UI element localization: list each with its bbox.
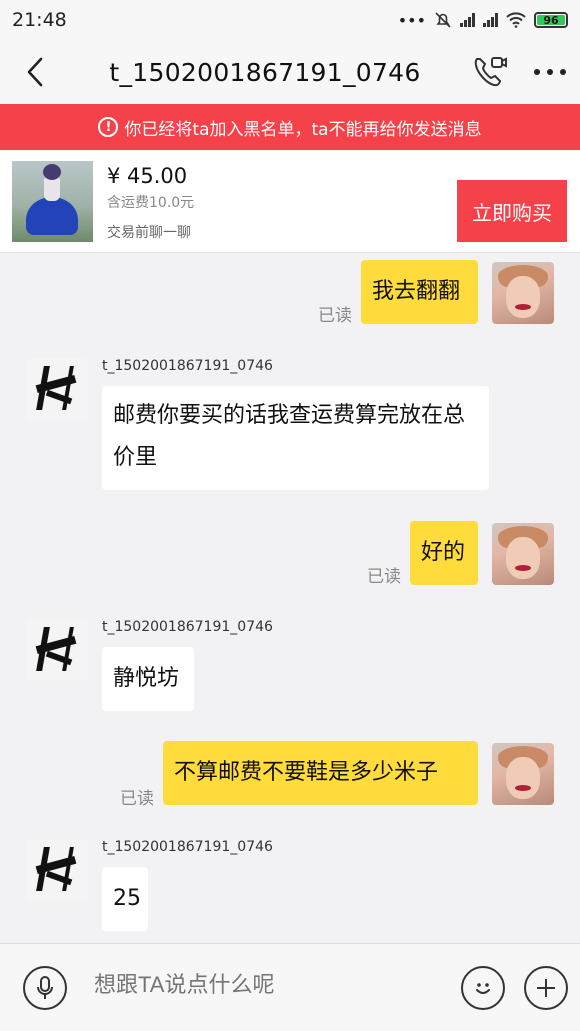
more-button[interactable] (520, 40, 580, 104)
plus-icon (537, 979, 555, 997)
contact-avatar[interactable] (26, 839, 88, 901)
battery-percent: 96 (543, 13, 559, 27)
back-button[interactable] (0, 40, 70, 104)
my-avatar[interactable] (492, 262, 554, 324)
message-bubble-other[interactable]: 25 (102, 867, 148, 931)
message-list[interactable]: 我去翻翻 已读 t_1502001867191_0746 邮费你要买的话我查运费… (0, 254, 580, 943)
banner-text: 你已经将ta加入黑名单，ta不能再给你发送消息 (124, 119, 482, 140)
sender-name: t_1502001867191_0746 (102, 839, 273, 855)
contact-avatar[interactable] (26, 358, 88, 420)
chat-header: t_1502001867191_0746 (0, 40, 580, 104)
my-avatar[interactable] (492, 523, 554, 585)
message-bubble-mine[interactable]: 不算邮费不要鞋是多少米子 (163, 741, 478, 805)
wifi-icon (506, 12, 526, 28)
page-title: t_1502001867191_0746 (109, 57, 421, 87)
notification-dots-icon: ••• (397, 10, 426, 30)
signal-icon-2 (483, 13, 498, 27)
voice-button[interactable] (23, 966, 67, 1010)
message-bubble-other[interactable]: 静悦坊 (102, 647, 194, 711)
sender-name: t_1502001867191_0746 (102, 619, 273, 635)
message-bubble-mine[interactable]: 好的 (410, 521, 478, 585)
product-chat-hint: 交易前聊一聊 (107, 225, 191, 241)
read-receipt: 已读 (367, 567, 401, 587)
battery-icon: 96 (534, 12, 568, 28)
video-call-icon (474, 57, 507, 87)
video-call-button[interactable] (460, 40, 520, 104)
contact-avatar[interactable] (26, 619, 88, 681)
mute-bell-icon (435, 12, 451, 28)
buy-now-button[interactable]: 立即购买 (457, 180, 567, 242)
input-bar (0, 943, 580, 1031)
warning-icon: ! (98, 117, 119, 137)
message-input[interactable] (94, 972, 434, 998)
microphone-icon (37, 976, 53, 999)
my-avatar[interactable] (492, 743, 554, 805)
signal-icon (460, 13, 475, 27)
message-bubble-mine[interactable]: 我去翻翻 (361, 260, 478, 324)
sender-name: t_1502001867191_0746 (102, 358, 273, 374)
blacklist-banner: ! 你已经将ta加入黑名单，ta不能再给你发送消息 (0, 104, 580, 150)
emoji-icon (476, 983, 490, 994)
status-bar: 21:48 ••• 96 (0, 0, 580, 40)
product-thumbnail[interactable] (12, 161, 93, 242)
product-price: ¥ 45.00 (107, 164, 188, 188)
plus-button[interactable] (524, 966, 568, 1010)
status-time: 21:48 (12, 9, 67, 31)
product-shipping: 含运费10.0元 (107, 195, 195, 211)
read-receipt: 已读 (120, 789, 154, 809)
status-icons: ••• 96 (398, 11, 568, 30)
more-icon (534, 69, 566, 75)
message-bubble-other[interactable]: 邮费你要买的话我查运费算完放在总价里 (102, 386, 489, 490)
back-arrow-icon (27, 57, 43, 87)
emoji-button[interactable] (461, 966, 505, 1010)
read-receipt: 已读 (318, 306, 352, 326)
product-card[interactable]: ¥ 45.00 含运费10.0元 交易前聊一聊 立即购买 (0, 150, 580, 253)
